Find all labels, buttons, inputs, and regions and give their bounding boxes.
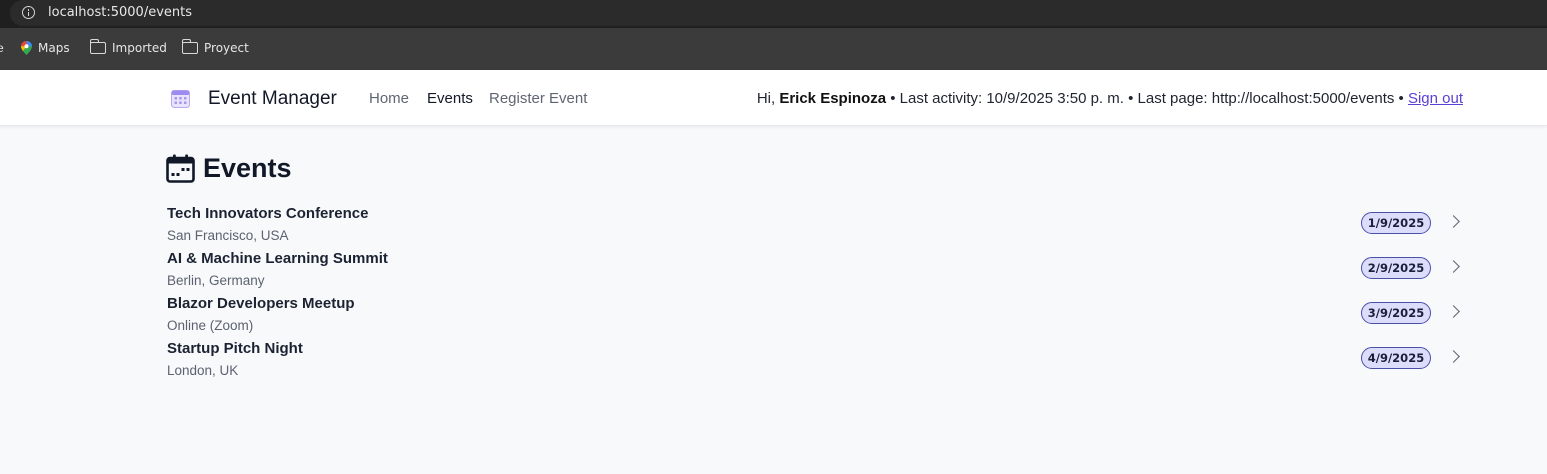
nav-events[interactable]: Events bbox=[427, 90, 473, 107]
event-name: AI & Machine Learning Summit bbox=[167, 250, 388, 267]
bookmarks-bar: e Maps Imported Proyect bbox=[0, 28, 1547, 70]
event-name: Startup Pitch Night bbox=[167, 340, 303, 357]
activity-text: • Last activity: 10/9/2025 3:50 p. m. • … bbox=[886, 90, 1408, 107]
event-date-badge: 1/9/2025 bbox=[1361, 212, 1431, 234]
event-name: Tech Innovators Conference bbox=[167, 205, 369, 222]
folder-icon bbox=[89, 39, 106, 54]
chevron-right-icon[interactable] bbox=[1447, 215, 1460, 228]
nav-register-event[interactable]: Register Event bbox=[489, 90, 587, 107]
url-text[interactable]: localhost:5000/events bbox=[48, 5, 192, 20]
chevron-right-icon[interactable] bbox=[1447, 350, 1460, 363]
chevron-right-icon[interactable] bbox=[1447, 260, 1460, 273]
omnibox[interactable] bbox=[10, 0, 1547, 26]
event-list-item[interactable]: Tech Innovators Conference San Francisco… bbox=[167, 205, 1463, 250]
nav-home[interactable]: Home bbox=[369, 90, 409, 107]
event-location: San Francisco, USA bbox=[167, 228, 289, 243]
bookmark-proyect[interactable]: Proyect bbox=[181, 39, 249, 55]
event-location: London, UK bbox=[167, 363, 239, 378]
sign-out-link[interactable]: Sign out bbox=[1408, 90, 1463, 107]
bookmark-label: Proyect bbox=[204, 41, 249, 55]
event-location: Berlin, Germany bbox=[167, 273, 265, 288]
event-date-badge: 3/9/2025 bbox=[1361, 302, 1431, 324]
bookmark-label: Imported bbox=[112, 41, 167, 55]
brand-title[interactable]: Event Manager bbox=[208, 88, 337, 110]
calendar-grid-icon bbox=[171, 90, 190, 108]
site-info-icon[interactable] bbox=[22, 6, 35, 19]
user-status: Hi, Erick Espinoza • Last activity: 10/9… bbox=[757, 90, 1463, 107]
bookmark-label: Maps bbox=[38, 41, 70, 55]
browser-address-bar: localhost:5000/events bbox=[0, 0, 1547, 28]
event-date-badge: 2/9/2025 bbox=[1361, 257, 1431, 279]
event-location: Online (Zoom) bbox=[167, 318, 254, 333]
event-list-item[interactable]: Blazor Developers Meetup Online (Zoom) 3… bbox=[167, 295, 1463, 340]
event-date-badge: 4/9/2025 bbox=[1361, 347, 1431, 369]
bookmark-imported[interactable]: Imported bbox=[89, 39, 167, 55]
page-heading: Events bbox=[166, 153, 292, 184]
event-list-item[interactable]: Startup Pitch Night London, UK 4/9/2025 bbox=[167, 340, 1463, 385]
page-title: Events bbox=[203, 153, 292, 183]
folder-icon bbox=[181, 39, 198, 54]
bookmark-maps[interactable]: Maps bbox=[21, 41, 70, 55]
chevron-right-icon[interactable] bbox=[1447, 305, 1460, 318]
calendar-event-icon bbox=[166, 154, 195, 183]
maps-pin-icon bbox=[21, 41, 32, 55]
event-name: Blazor Developers Meetup bbox=[167, 295, 355, 312]
event-list-item[interactable]: AI & Machine Learning Summit Berlin, Ger… bbox=[167, 250, 1463, 295]
user-name: Erick Espinoza bbox=[779, 90, 887, 107]
bookmark-truncated[interactable]: e bbox=[0, 41, 4, 55]
greeting: Hi, bbox=[756, 90, 780, 107]
